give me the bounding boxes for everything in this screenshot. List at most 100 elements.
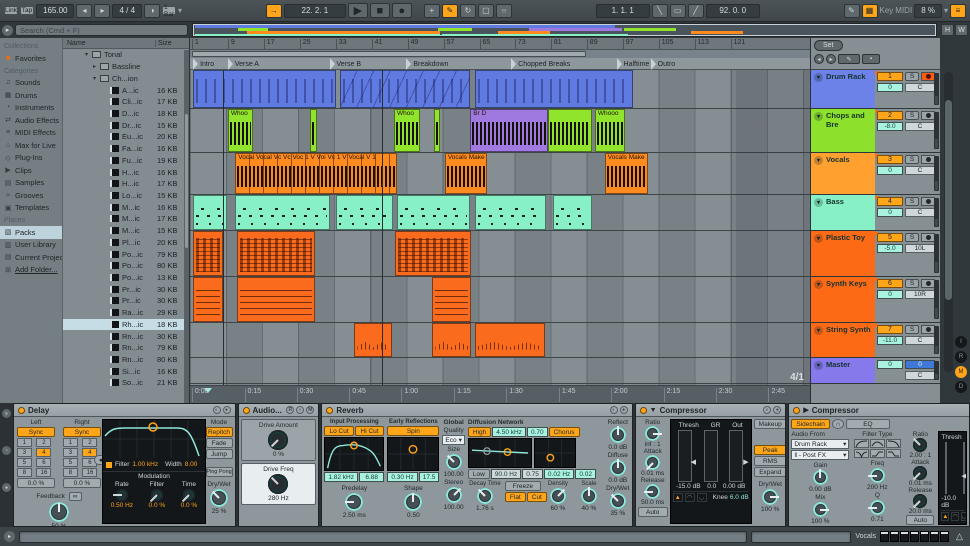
delay-left-beat-6[interactable]: 6 (36, 458, 51, 467)
track-name-cell[interactable]: ▾ Synth Keys (811, 277, 875, 322)
mod-filter-knob[interactable] (151, 489, 163, 501)
mode-fade-button[interactable]: Fade (206, 438, 233, 448)
track-fold-icon[interactable]: ▾ (814, 156, 823, 165)
clip[interactable]: Whoo (394, 109, 420, 152)
device-mini-icon[interactable] (910, 531, 919, 542)
width-value[interactable]: 8.00 (185, 461, 198, 468)
lane-string-synth[interactable] (190, 323, 810, 358)
track-activator[interactable]: 4 (877, 197, 903, 206)
device-on-led[interactable] (243, 407, 250, 414)
delay-filter-display[interactable] (103, 420, 205, 458)
prev-locator-button[interactable]: ◂ (814, 54, 824, 64)
arm-button[interactable] (921, 325, 935, 334)
clip[interactable] (475, 70, 633, 108)
filter-freq-value[interactable]: 1.00 kHz (132, 461, 158, 468)
compressor1-title-bar[interactable]: ▼ Compressor ◐● (636, 404, 786, 417)
file-row[interactable]: M...ic 15 KB (63, 225, 189, 237)
solo-button[interactable]: S (905, 233, 919, 242)
info-toggle-icon[interactable]: ▸ (4, 531, 15, 542)
sidebar-item-favorites[interactable]: ■Favorites (0, 52, 62, 65)
sidebar-category-item[interactable]: ⌂Max for Live (0, 139, 62, 152)
link-button[interactable]: Link (4, 6, 18, 15)
delay-left-beat-8[interactable]: 8 (17, 468, 32, 477)
filter-notch-icon[interactable] (854, 449, 869, 458)
pan-field[interactable]: C (905, 122, 935, 131)
file-row[interactable]: Fa...ic 16 KB (63, 143, 189, 155)
record-button[interactable]: ● (392, 3, 412, 18)
file-row[interactable]: M...ic 17 KB (63, 213, 189, 225)
device-mini-icon[interactable] (880, 531, 889, 542)
delay-right-beat-5[interactable]: 5 (63, 458, 78, 467)
compressor2-title-bar[interactable]: ▶ Compressor (789, 404, 969, 417)
auto-release2-button[interactable]: Auto (906, 515, 934, 525)
sidebar-place-item[interactable]: ▤Current Project (0, 251, 62, 264)
activity-view-button[interactable]: ▲ (673, 493, 683, 502)
arm-button[interactable] (921, 155, 935, 164)
pan-field[interactable]: C (905, 83, 935, 92)
quality-dropdown[interactable]: Eco▾ (442, 435, 465, 445)
lane-plastic-toy[interactable] (190, 231, 810, 277)
delay-right-offset-field[interactable]: 0.0 % (63, 478, 101, 488)
locator[interactable]: Intro (193, 58, 214, 70)
chorus-display[interactable] (534, 438, 576, 468)
lock-envelopes-button[interactable]: ▪ (862, 54, 880, 64)
file-row[interactable]: Rn...ic 80 KB (63, 354, 189, 366)
volume-field[interactable]: -8.0 (877, 122, 903, 131)
tempo-field[interactable]: 165.00 (36, 4, 74, 18)
ping-pong-button[interactable]: Ping Pong (206, 467, 233, 477)
volume-field[interactable]: 0 (877, 208, 903, 217)
search-input[interactable] (15, 24, 188, 36)
rack-map-icon[interactable]: R (286, 406, 294, 414)
filter-highcut-icon[interactable] (886, 439, 901, 448)
device-mini-icon[interactable] (930, 531, 939, 542)
high-freq-value[interactable]: 4.50 kHz (492, 427, 526, 437)
arrangement-overview[interactable] (192, 23, 937, 37)
file-row[interactable]: Lo...ic 15 KB (63, 190, 189, 202)
next-locator-button[interactable]: ▸ (826, 54, 836, 64)
high-gain-value[interactable]: 0.70 (527, 427, 548, 437)
ratio-knob[interactable] (645, 426, 660, 441)
file-row[interactable]: Rn...ic 30 KB (63, 330, 189, 342)
nudge-down-button[interactable]: ◂ (76, 4, 92, 18)
notification-bell-icon[interactable]: △ (953, 531, 966, 543)
comp1-drywet-knob[interactable] (762, 489, 778, 505)
arm-button[interactable] (921, 111, 935, 120)
track-activator[interactable]: 5 (877, 233, 903, 242)
disclosure-triangle-icon[interactable]: ▾ (93, 75, 100, 82)
file-row[interactable]: Rh...ic 18 KB (63, 319, 189, 331)
track-activator[interactable]: 7 (877, 325, 903, 334)
device-on-led[interactable] (793, 407, 800, 414)
track-fold-icon[interactable]: ▾ (814, 73, 823, 82)
activity-view-button[interactable]: ▲ (941, 512, 949, 521)
clip[interactable] (432, 277, 471, 322)
clip[interactable] (553, 195, 592, 230)
clip[interactable] (193, 231, 223, 276)
shape-knob[interactable] (404, 493, 422, 511)
filter-lowshelf-icon[interactable] (870, 449, 885, 458)
sidebar-category-item[interactable]: ▤Samples (0, 177, 62, 190)
file-row[interactable]: ▸ Bassline (63, 61, 189, 73)
time-signature-field[interactable]: 4 / 4 (112, 4, 142, 18)
filter-bell-icon[interactable] (870, 439, 885, 448)
mod-time-value[interactable]: 0.0 % (181, 502, 198, 509)
overdub-button[interactable]: + (424, 4, 440, 18)
locator[interactable]: Verse A (228, 58, 259, 70)
sidebar-category-item[interactable]: ◇Plug-Ins (0, 152, 62, 165)
track-header[interactable]: ▾ Synth Keys 6 S 0 10R (811, 277, 940, 323)
sidebar-place-item[interactable]: ▥User Library (0, 239, 62, 252)
loop-toggle-round-button[interactable]: ○ (496, 4, 512, 18)
track-activator[interactable]: 3 (877, 155, 903, 164)
delay-drywet-knob[interactable] (210, 489, 228, 507)
clip[interactable] (235, 195, 330, 230)
device-mini-icon[interactable] (900, 531, 909, 542)
mod-rate-value[interactable]: 0.50 Hz (111, 502, 133, 509)
predelay-knob[interactable] (345, 493, 363, 511)
file-row[interactable]: Dr...ic 15 KB (63, 119, 189, 131)
sidebar-category-item[interactable]: ♫Sounds (0, 77, 62, 90)
clip[interactable]: Vocal Vocal Vc Vc Voc 1 V Voi Vc 1 V Voc… (235, 153, 397, 194)
device-on-led[interactable] (18, 407, 25, 414)
draw-mode-button[interactable]: ✎ (844, 4, 860, 18)
fold-triangle-icon[interactable]: ▼ (650, 407, 657, 414)
diffuse-knob[interactable] (610, 460, 626, 476)
thresh-meter[interactable] (678, 430, 692, 482)
